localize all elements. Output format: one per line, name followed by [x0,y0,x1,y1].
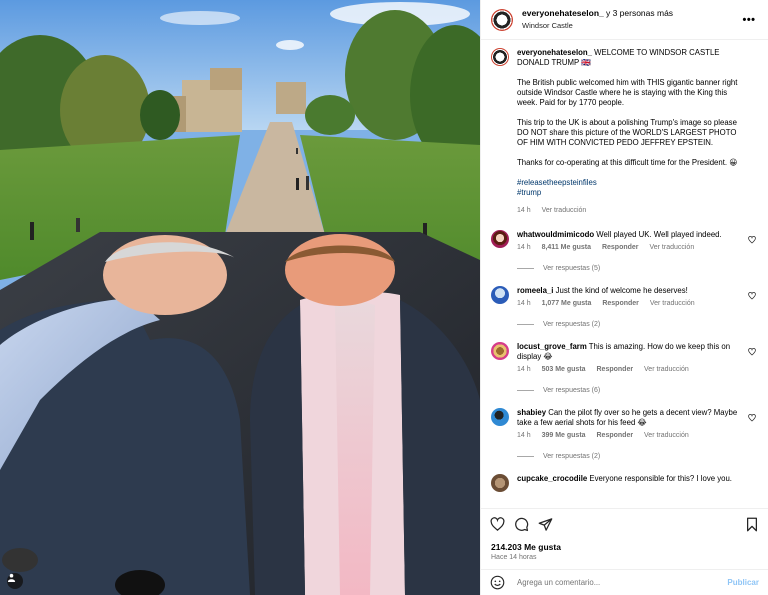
reply-button[interactable]: Responder [597,366,634,373]
post-time: Hace 14 horas [491,554,537,561]
author-username[interactable]: everyonehateselon_ [522,8,604,18]
comment-heart-icon[interactable] [748,236,756,244]
caption-avatar[interactable] [491,48,509,66]
comment-heart-icon[interactable] [748,414,756,422]
translate-link[interactable]: Ver traducción [650,300,695,307]
reply-button[interactable]: Responder [597,432,634,439]
comment-username[interactable]: whatwouldmimicodo [517,230,594,239]
caption-time: 14 h [517,207,531,214]
comment-time: 14 h [517,432,531,439]
comment-username[interactable]: cupcake_crocodile [517,474,587,483]
bookmark-icon[interactable] [745,517,759,532]
comment-time: 14 h [517,366,531,373]
caption-translate-link[interactable]: Ver traducción [542,207,587,214]
comment-heart-icon[interactable] [748,348,756,356]
post-actions: 214.203 Me gusta Hace 14 horas Publicar [481,508,768,595]
view-replies-button[interactable]: Ver respuestas (6) [517,387,758,394]
comment-likes[interactable]: 399 Me gusta [542,432,586,439]
comment-text: Everyone responsible for this? I love yo… [589,474,732,483]
post-header: everyonehateselon_ y 3 personas más Wind… [481,0,768,40]
comment-time: 14 h [517,300,531,307]
translate-link[interactable]: Ver traducción [644,432,689,439]
comment-item: locust_grove_farm This is amazing. How d… [491,342,758,375]
view-replies-button[interactable]: Ver respuestas (2) [517,321,758,328]
comment-likes[interactable]: 8,411 Me gusta [542,244,591,251]
comment-icon[interactable] [514,517,529,532]
collaborators-link[interactable]: y 3 personas más [606,8,673,18]
comment-username[interactable]: shabiey [517,408,546,417]
comment-heart-icon[interactable] [748,292,756,300]
emoji-icon[interactable] [490,575,505,590]
comment-item: whatwouldmimicodo Well played UK. Well p… [491,230,758,253]
hashtag-link[interactable]: #releasetheepsteinfiles [517,178,742,188]
comment-likes[interactable]: 503 Me gusta [542,366,586,373]
comment-item: cupcake_crocodile Everyone responsible f… [491,474,758,492]
comments-scroll-area[interactable]: everyonehateselon_ WELCOME TO WINDSOR CA… [481,41,768,508]
author-avatar[interactable] [491,8,513,31]
hashtag-link[interactable]: #trump [517,188,742,198]
reply-button[interactable]: Responder [602,300,639,307]
likes-count[interactable]: 214.203 Me gusta [491,542,561,552]
comment-text: Well played UK. Well played indeed. [596,230,722,239]
translate-link[interactable]: Ver traducción [644,366,689,373]
caption-paragraph-1: The British public welcomed him with THI… [517,78,738,107]
publish-button[interactable]: Publicar [727,578,759,587]
commenter-avatar[interactable] [491,342,509,360]
post-detail-panel: everyonehateselon_ y 3 personas más Wind… [480,0,768,595]
caption-paragraph-2: This trip to the UK is about a polishing… [517,118,737,147]
comment-input[interactable] [517,578,728,587]
caption-paragraph-3: Thanks for co-operating at this difficul… [517,158,738,167]
reply-button[interactable]: Responder [602,244,639,251]
comment-text: Can the pilot fly over so he gets a dece… [517,408,738,427]
commenter-avatar[interactable] [491,408,509,426]
comment-text: Just the kind of welcome he deserves! [555,286,688,295]
view-replies-button[interactable]: Ver respuestas (2) [517,453,758,460]
commenter-avatar[interactable] [491,230,509,248]
comment-username[interactable]: romeela_i [517,286,553,295]
location-link[interactable]: Windsor Castle [522,20,740,32]
share-icon[interactable] [538,517,553,532]
view-replies-button[interactable]: Ver respuestas (5) [517,265,758,272]
comment-likes[interactable]: 1,077 Me gusta [542,300,592,307]
translate-link[interactable]: Ver traducción [649,244,694,251]
add-comment-bar: Publicar [481,569,768,595]
commenter-avatar[interactable] [491,474,509,492]
more-options-icon[interactable]: ••• [740,14,758,26]
comment-item: shabiey Can the pilot fly over so he get… [491,408,758,441]
commenter-avatar[interactable] [491,286,509,304]
comment-username[interactable]: locust_grove_farm [517,342,587,351]
caption-username[interactable]: everyonehateselon_ [517,48,592,57]
post-photo[interactable] [0,0,480,595]
post-caption: everyonehateselon_ WELCOME TO WINDSOR CA… [491,48,758,216]
heart-icon[interactable] [490,517,505,532]
tag-user-icon[interactable] [7,573,23,589]
comment-item: romeela_i Just the kind of welcome he de… [491,286,758,309]
windsor-banner-photo [0,0,480,595]
comment-time: 14 h [517,244,531,251]
